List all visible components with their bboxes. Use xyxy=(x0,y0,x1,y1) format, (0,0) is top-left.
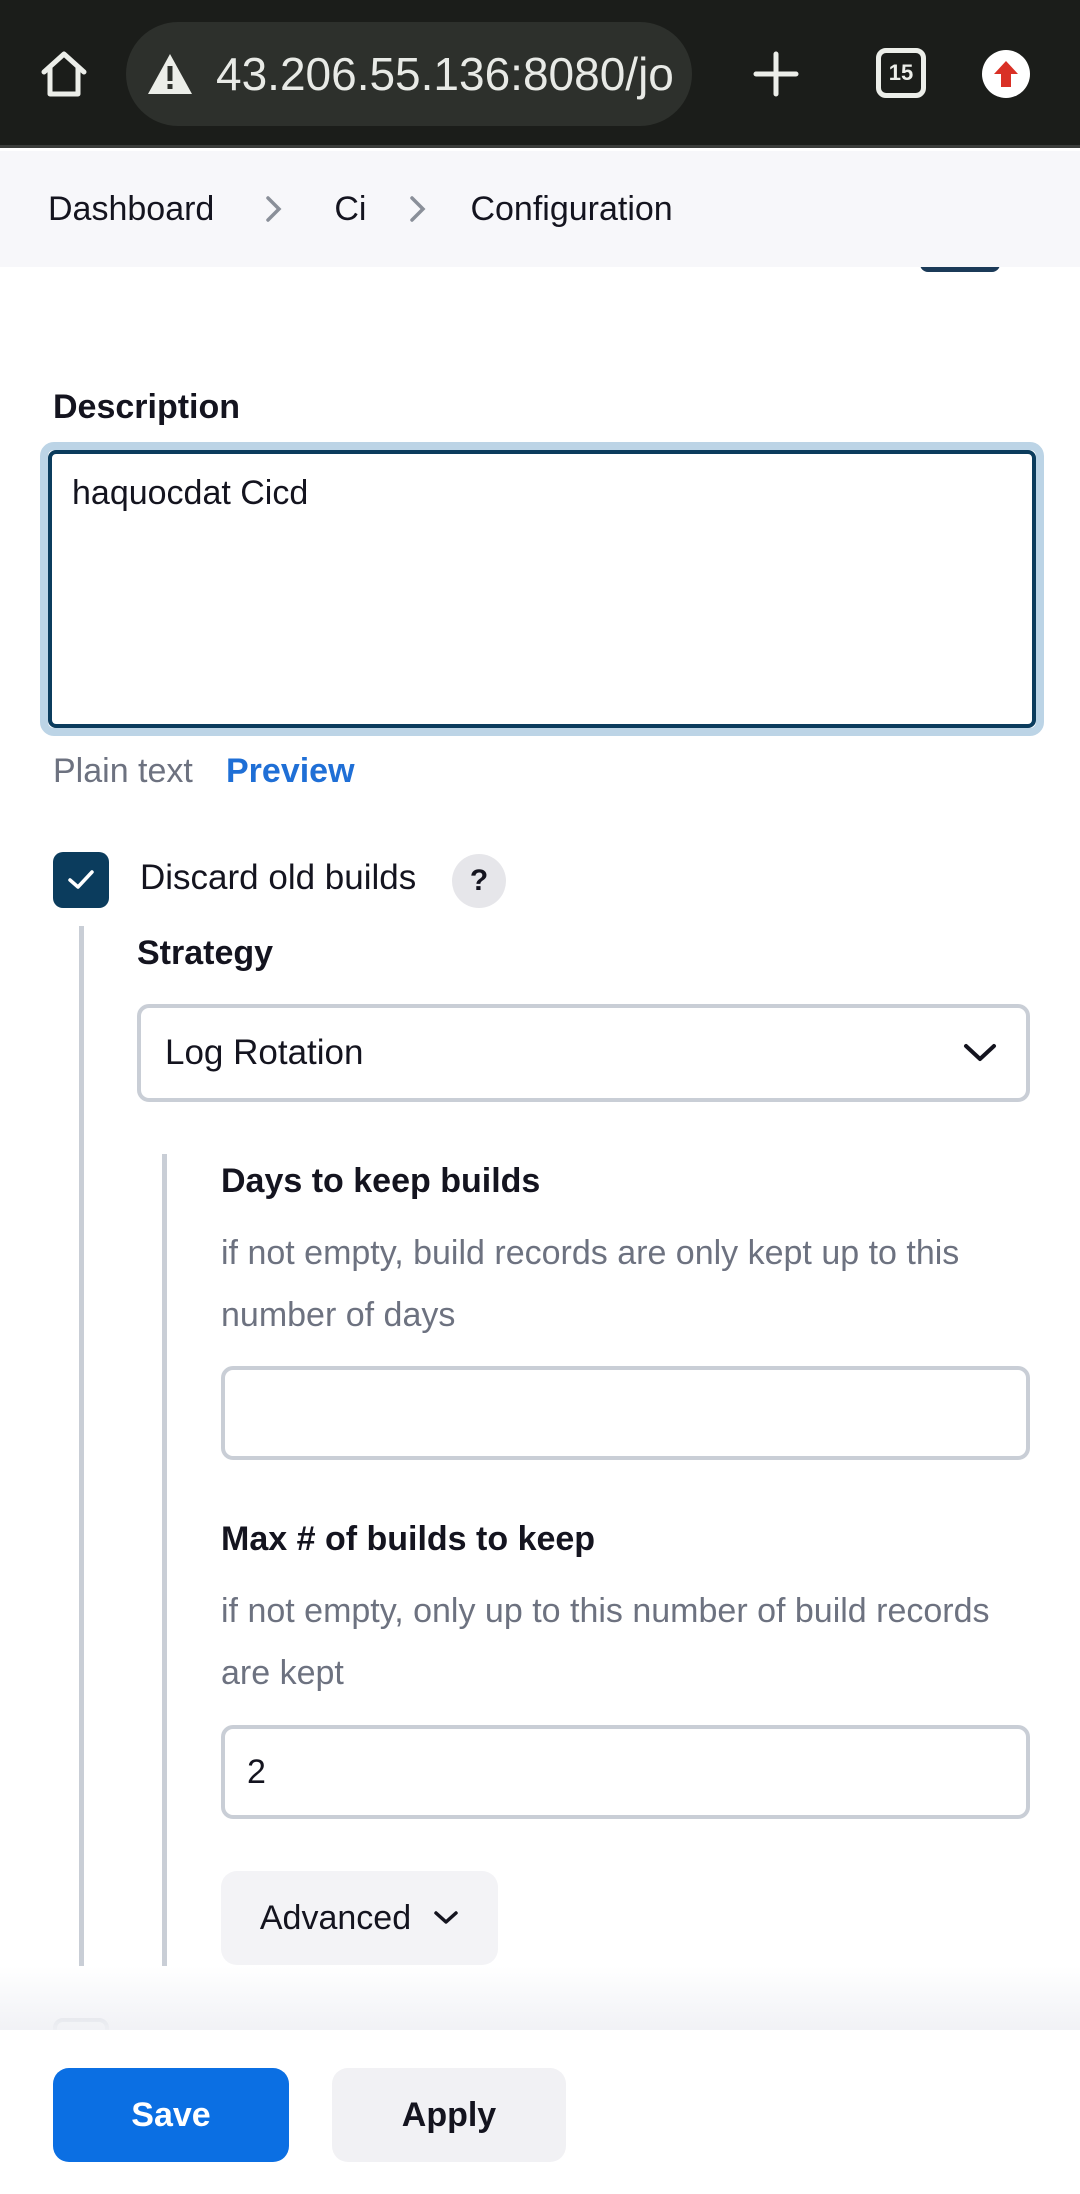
advanced-label: Advanced xyxy=(259,1898,412,1937)
strategy-selected-value: Log Rotation xyxy=(165,1033,364,1072)
url-text: 43.206.55.136:8080/jo xyxy=(216,48,674,100)
chevron-right-icon xyxy=(388,189,448,229)
preview-link[interactable]: Preview xyxy=(226,752,355,791)
breadcrumb: Dashboard Ci Configuration xyxy=(0,151,1080,267)
update-available-icon[interactable] xyxy=(982,50,1030,98)
breadcrumb-ci[interactable]: Ci xyxy=(334,190,366,229)
breadcrumb-dashboard[interactable]: Dashboard xyxy=(48,190,214,229)
description-focus-ring: haquocdat Cicd xyxy=(40,442,1044,736)
help-button[interactable]: ? xyxy=(452,854,506,908)
plain-text-label: Plain text xyxy=(53,752,193,790)
section-indent-line xyxy=(79,926,84,1966)
bottom-action-bar: Save Apply xyxy=(0,2030,1080,2194)
apply-button[interactable]: Apply xyxy=(332,2068,566,2162)
chevron-down-icon xyxy=(964,1044,996,1061)
discard-old-builds-label: Discard old builds xyxy=(140,858,417,897)
description-label: Description xyxy=(53,388,241,426)
tab-switcher-button[interactable]: 15 xyxy=(876,48,926,98)
not-secure-warning-icon[interactable] xyxy=(142,46,198,102)
checkmark-icon xyxy=(68,870,94,889)
discard-old-builds-checkbox[interactable] xyxy=(53,852,109,908)
description-textarea[interactable]: haquocdat Cicd xyxy=(48,450,1036,728)
max-builds-help: if not empty, only up to this number of … xyxy=(221,1592,990,1692)
breadcrumb-configuration[interactable]: Configuration xyxy=(470,190,672,229)
browser-toolbar: 43.206.55.136:8080/jo 15 xyxy=(0,0,1080,148)
days-to-keep-input[interactable] xyxy=(221,1366,1030,1460)
days-to-keep-label: Days to keep builds xyxy=(221,1162,541,1200)
max-builds-label: Max # of builds to keep xyxy=(221,1520,596,1558)
tab-count: 15 xyxy=(888,60,914,85)
chevron-down-icon xyxy=(434,1911,458,1924)
home-icon[interactable] xyxy=(32,42,96,106)
bottom-bar-shadow xyxy=(0,1966,1080,2030)
address-bar[interactable]: 43.206.55.136:8080/jo xyxy=(126,22,692,126)
strategy-label: Strategy xyxy=(137,934,274,972)
strategy-select[interactable]: Log Rotation xyxy=(137,1004,1030,1102)
subsection-indent-line xyxy=(162,1154,167,1966)
advanced-button[interactable]: Advanced xyxy=(221,1871,498,1965)
chevron-right-icon xyxy=(244,189,304,229)
new-tab-plus-icon[interactable] xyxy=(742,40,810,108)
days-to-keep-help: if not empty, build records are only kep… xyxy=(221,1234,960,1334)
max-builds-input[interactable]: 2 xyxy=(221,1725,1030,1819)
save-button[interactable]: Save xyxy=(53,2068,289,2162)
